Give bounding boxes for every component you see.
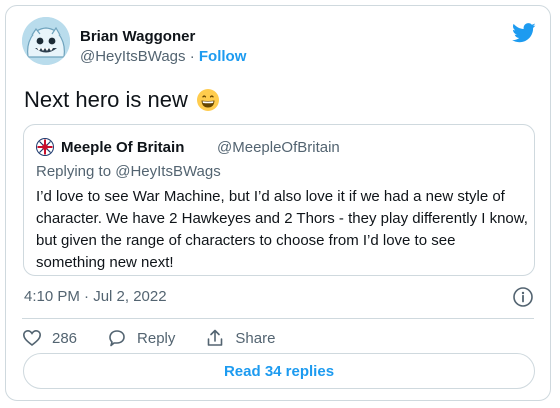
author-handle-row: @HeyItsBWags · Follow [80, 48, 246, 65]
action-bar: 286 Reply Share [22, 324, 305, 352]
share-label: Share [235, 329, 276, 347]
tweet-text: Next hero is new [24, 87, 188, 112]
follow-button[interactable]: Follow [199, 48, 247, 65]
tweet-card: Brian Waggoner @HeyItsBWags · Follow Nex… [5, 5, 551, 401]
twitter-bird-icon[interactable] [512, 23, 536, 43]
share-icon [208, 329, 223, 346]
read-replies-button[interactable]: Read 34 replies [23, 353, 535, 389]
author-name[interactable]: Brian Waggoner [80, 28, 195, 45]
quoted-tweet-text: I’d love to see War Machine, but I’d als… [36, 188, 528, 271]
grinning-face-icon [196, 89, 219, 111]
info-icon[interactable] [512, 286, 534, 308]
quoted-tweet[interactable]: Meeple Of Britain @MeepleOfBritain Reply… [23, 124, 535, 276]
shield-logo-icon [36, 138, 54, 156]
like-button[interactable]: 286 [22, 328, 77, 348]
divider [22, 318, 534, 319]
share-button[interactable]: Share [205, 328, 275, 348]
replying-to: Replying to @HeyItsBWags [36, 163, 221, 180]
reply-bubble-icon [109, 330, 125, 347]
separator: · [189, 48, 195, 65]
heart-icon [22, 329, 42, 347]
like-count: 286 [52, 329, 78, 347]
reply-button[interactable]: Reply [107, 328, 175, 348]
author-handle[interactable]: @HeyItsBWags [80, 48, 186, 65]
quoted-author-name[interactable]: Meeple Of Britain [61, 139, 184, 156]
avatar[interactable] [22, 17, 70, 65]
quoted-author-handle[interactable]: @MeepleOfBritain [217, 139, 340, 156]
reply-label: Reply [137, 329, 176, 347]
tweet-timestamp[interactable]: 4:10 PM · Jul 2, 2022 [24, 288, 167, 305]
tweet-text-row: Next hero is new [24, 87, 220, 113]
